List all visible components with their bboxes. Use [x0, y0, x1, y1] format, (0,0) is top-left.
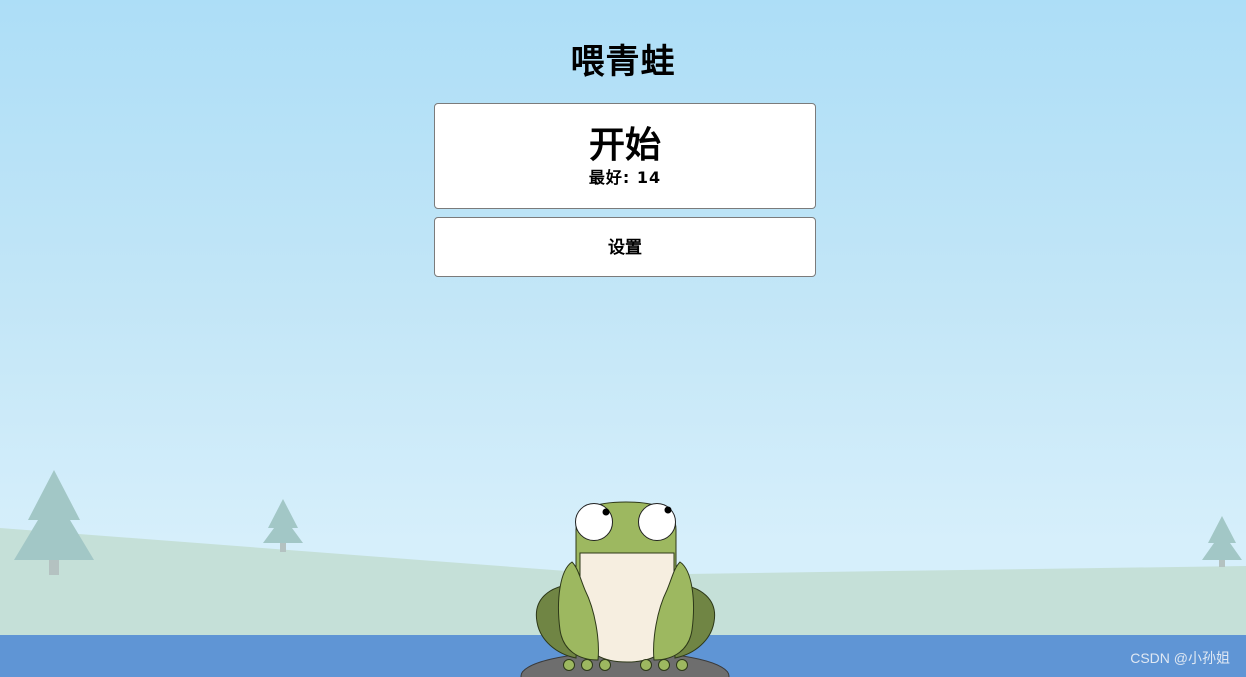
pine-tree-left-small	[263, 499, 303, 552]
pine-tree-left-large	[14, 470, 94, 575]
frog-pupil-left	[602, 508, 610, 516]
start-button[interactable]: 开始 最好: 14	[434, 103, 816, 209]
pond-scene	[0, 470, 1246, 677]
frog-toe	[599, 659, 611, 671]
frog-toe	[658, 659, 670, 671]
frog-toe	[676, 659, 688, 671]
start-button-label: 开始	[588, 125, 661, 166]
frog-toe	[563, 659, 575, 671]
game-title: 喂青蛙	[570, 42, 676, 82]
frog-toe	[581, 659, 593, 671]
best-score-value: 14	[636, 168, 662, 187]
pine-tree-right-small	[1202, 516, 1242, 567]
frog-character	[535, 501, 716, 671]
settings-button[interactable]: 设置	[434, 217, 816, 277]
best-score-label: 最好:	[588, 168, 631, 187]
frog-toe	[640, 659, 652, 671]
watermark: CSDN @小孙姐	[1130, 650, 1230, 666]
best-score: 最好: 14	[435, 168, 815, 188]
frog-pupil-right	[664, 506, 672, 514]
settings-button-label: 设置	[608, 238, 642, 258]
